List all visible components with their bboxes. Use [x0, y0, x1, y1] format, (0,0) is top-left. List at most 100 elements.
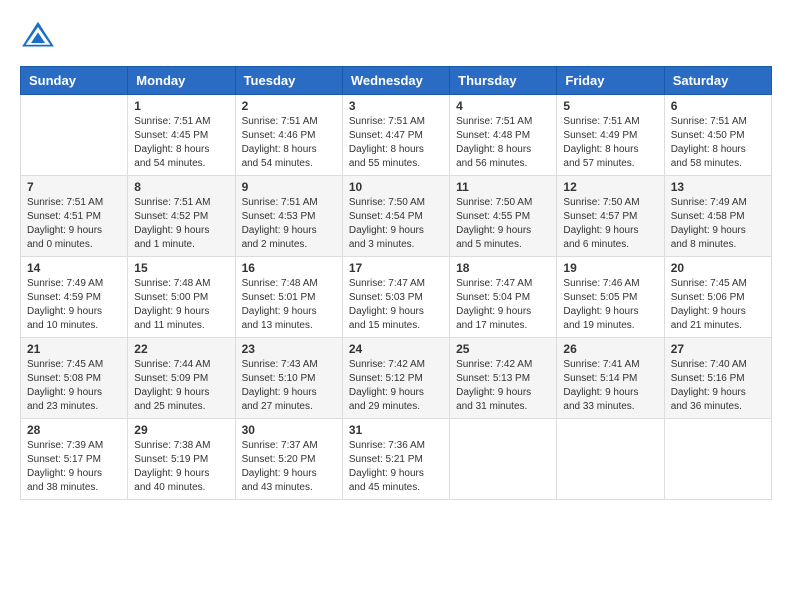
day-info: Sunrise: 7:48 AM Sunset: 5:01 PM Dayligh… — [242, 277, 336, 333]
day-number: 23 — [242, 342, 336, 356]
day-info: Sunrise: 7:37 AM Sunset: 5:20 PM Dayligh… — [242, 439, 336, 495]
calendar-cell: 9 Sunrise: 7:51 AM Sunset: 4:53 PM Daylig… — [235, 176, 342, 257]
day-number: 4 — [456, 99, 550, 113]
day-number: 14 — [27, 261, 121, 275]
calendar-cell: 12 Sunrise: 7:50 AM Sunset: 4:57 PM Dayli… — [557, 176, 664, 257]
day-info: Sunrise: 7:42 AM Sunset: 5:12 PM Dayligh… — [349, 358, 443, 414]
day-info: Sunrise: 7:51 AM Sunset: 4:52 PM Dayligh… — [134, 196, 228, 252]
weekday-header-thursday: Thursday — [450, 67, 557, 95]
calendar-cell: 26 Sunrise: 7:41 AM Sunset: 5:14 PM Dayli… — [557, 338, 664, 419]
day-info: Sunrise: 7:51 AM Sunset: 4:48 PM Dayligh… — [456, 115, 550, 171]
day-info: Sunrise: 7:36 AM Sunset: 5:21 PM Dayligh… — [349, 439, 443, 495]
day-info: Sunrise: 7:45 AM Sunset: 5:06 PM Dayligh… — [671, 277, 765, 333]
calendar-cell: 30Sunrise: 7:37 AM Sunset: 5:20 PM Dayli… — [235, 419, 342, 500]
calendar-cell — [557, 419, 664, 500]
day-number: 22 — [134, 342, 228, 356]
day-info: Sunrise: 7:40 AM Sunset: 5:16 PM Dayligh… — [671, 358, 765, 414]
calendar-cell: 23 Sunrise: 7:43 AM Sunset: 5:10 PM Dayli… — [235, 338, 342, 419]
calendar-cell: 4 Sunrise: 7:51 AM Sunset: 4:48 PM Daylig… — [450, 95, 557, 176]
weekday-header-friday: Friday — [557, 67, 664, 95]
day-info: Sunrise: 7:42 AM Sunset: 5:13 PM Dayligh… — [456, 358, 550, 414]
weekday-header-saturday: Saturday — [664, 67, 771, 95]
day-number: 17 — [349, 261, 443, 275]
calendar-cell — [450, 419, 557, 500]
calendar-cell: 8 Sunrise: 7:51 AM Sunset: 4:52 PM Daylig… — [128, 176, 235, 257]
day-info: Sunrise: 7:41 AM Sunset: 5:14 PM Dayligh… — [563, 358, 657, 414]
calendar-table: SundayMondayTuesdayWednesdayThursdayFrid… — [20, 66, 772, 500]
calendar-cell: 14 Sunrise: 7:49 AM Sunset: 4:59 PM Dayli… — [21, 257, 128, 338]
day-info: Sunrise: 7:45 AM Sunset: 5:08 PM Dayligh… — [27, 358, 121, 414]
day-info: Sunrise: 7:39 AM Sunset: 5:17 PM Dayligh… — [27, 439, 121, 495]
day-number: 21 — [27, 342, 121, 356]
day-number: 9 — [242, 180, 336, 194]
day-info: Sunrise: 7:51 AM Sunset: 4:51 PM Dayligh… — [27, 196, 121, 252]
day-number: 15 — [134, 261, 228, 275]
day-number: 19 — [563, 261, 657, 275]
day-number: 3 — [349, 99, 443, 113]
calendar-cell: 13 Sunrise: 7:49 AM Sunset: 4:58 PM Dayli… — [664, 176, 771, 257]
day-number: 13 — [671, 180, 765, 194]
calendar-cell: 11 Sunrise: 7:50 AM Sunset: 4:55 PM Dayli… — [450, 176, 557, 257]
day-info: Sunrise: 7:50 AM Sunset: 4:57 PM Dayligh… — [563, 196, 657, 252]
day-info: Sunrise: 7:51 AM Sunset: 4:45 PM Dayligh… — [134, 115, 228, 171]
calendar-cell: 19Sunrise: 7:46 AM Sunset: 5:05 PM Dayli… — [557, 257, 664, 338]
calendar-cell: 6 Sunrise: 7:51 AM Sunset: 4:50 PM Daylig… — [664, 95, 771, 176]
calendar-cell: 15Sunrise: 7:48 AM Sunset: 5:00 PM Dayli… — [128, 257, 235, 338]
calendar-cell: 5 Sunrise: 7:51 AM Sunset: 4:49 PM Daylig… — [557, 95, 664, 176]
day-info: Sunrise: 7:51 AM Sunset: 4:49 PM Dayligh… — [563, 115, 657, 171]
calendar-cell: 1 Sunrise: 7:51 AM Sunset: 4:45 PM Daylig… — [128, 95, 235, 176]
day-number: 10 — [349, 180, 443, 194]
day-number: 11 — [456, 180, 550, 194]
day-number: 20 — [671, 261, 765, 275]
calendar-cell: 7 Sunrise: 7:51 AM Sunset: 4:51 PM Daylig… — [21, 176, 128, 257]
calendar-cell: 20 Sunrise: 7:45 AM Sunset: 5:06 PM Dayli… — [664, 257, 771, 338]
day-number: 5 — [563, 99, 657, 113]
weekday-header-row: SundayMondayTuesdayWednesdayThursdayFrid… — [21, 67, 772, 95]
calendar-cell: 31 Sunrise: 7:36 AM Sunset: 5:21 PM Dayli… — [342, 419, 449, 500]
week-row-4: 21 Sunrise: 7:45 AM Sunset: 5:08 PM Dayli… — [21, 338, 772, 419]
day-info: Sunrise: 7:44 AM Sunset: 5:09 PM Dayligh… — [134, 358, 228, 414]
day-number: 7 — [27, 180, 121, 194]
day-info: Sunrise: 7:38 AM Sunset: 5:19 PM Dayligh… — [134, 439, 228, 495]
day-info: Sunrise: 7:47 AM Sunset: 5:03 PM Dayligh… — [349, 277, 443, 333]
weekday-header-monday: Monday — [128, 67, 235, 95]
calendar-cell: 2 Sunrise: 7:51 AM Sunset: 4:46 PM Daylig… — [235, 95, 342, 176]
day-info: Sunrise: 7:50 AM Sunset: 4:55 PM Dayligh… — [456, 196, 550, 252]
calendar-cell: 24 Sunrise: 7:42 AM Sunset: 5:12 PM Dayli… — [342, 338, 449, 419]
day-info: Sunrise: 7:43 AM Sunset: 5:10 PM Dayligh… — [242, 358, 336, 414]
week-row-3: 14 Sunrise: 7:49 AM Sunset: 4:59 PM Dayli… — [21, 257, 772, 338]
day-info: Sunrise: 7:51 AM Sunset: 4:47 PM Dayligh… — [349, 115, 443, 171]
day-info: Sunrise: 7:51 AM Sunset: 4:46 PM Dayligh… — [242, 115, 336, 171]
week-row-5: 28Sunrise: 7:39 AM Sunset: 5:17 PM Dayli… — [21, 419, 772, 500]
day-info: Sunrise: 7:49 AM Sunset: 4:59 PM Dayligh… — [27, 277, 121, 333]
calendar-cell: 22 Sunrise: 7:44 AM Sunset: 5:09 PM Dayli… — [128, 338, 235, 419]
day-info: Sunrise: 7:49 AM Sunset: 4:58 PM Dayligh… — [671, 196, 765, 252]
calendar-cell: 27Sunrise: 7:40 AM Sunset: 5:16 PM Dayli… — [664, 338, 771, 419]
logo — [20, 20, 62, 50]
day-number: 24 — [349, 342, 443, 356]
day-number: 29 — [134, 423, 228, 437]
day-info: Sunrise: 7:51 AM Sunset: 4:53 PM Dayligh… — [242, 196, 336, 252]
day-number: 12 — [563, 180, 657, 194]
logo-icon — [20, 20, 56, 50]
calendar-cell: 21 Sunrise: 7:45 AM Sunset: 5:08 PM Dayli… — [21, 338, 128, 419]
day-info: Sunrise: 7:50 AM Sunset: 4:54 PM Dayligh… — [349, 196, 443, 252]
day-number: 16 — [242, 261, 336, 275]
week-row-2: 7 Sunrise: 7:51 AM Sunset: 4:51 PM Daylig… — [21, 176, 772, 257]
weekday-header-sunday: Sunday — [21, 67, 128, 95]
calendar-cell: 28Sunrise: 7:39 AM Sunset: 5:17 PM Dayli… — [21, 419, 128, 500]
day-number: 25 — [456, 342, 550, 356]
calendar-cell: 17 Sunrise: 7:47 AM Sunset: 5:03 PM Dayli… — [342, 257, 449, 338]
day-number: 8 — [134, 180, 228, 194]
week-row-1: 1 Sunrise: 7:51 AM Sunset: 4:45 PM Daylig… — [21, 95, 772, 176]
calendar-cell — [664, 419, 771, 500]
calendar-cell: 18Sunrise: 7:47 AM Sunset: 5:04 PM Dayli… — [450, 257, 557, 338]
day-info: Sunrise: 7:51 AM Sunset: 4:50 PM Dayligh… — [671, 115, 765, 171]
header — [20, 20, 772, 50]
day-number: 26 — [563, 342, 657, 356]
day-number: 2 — [242, 99, 336, 113]
calendar-cell: 10 Sunrise: 7:50 AM Sunset: 4:54 PM Dayli… — [342, 176, 449, 257]
day-number: 6 — [671, 99, 765, 113]
day-number: 1 — [134, 99, 228, 113]
day-number: 31 — [349, 423, 443, 437]
